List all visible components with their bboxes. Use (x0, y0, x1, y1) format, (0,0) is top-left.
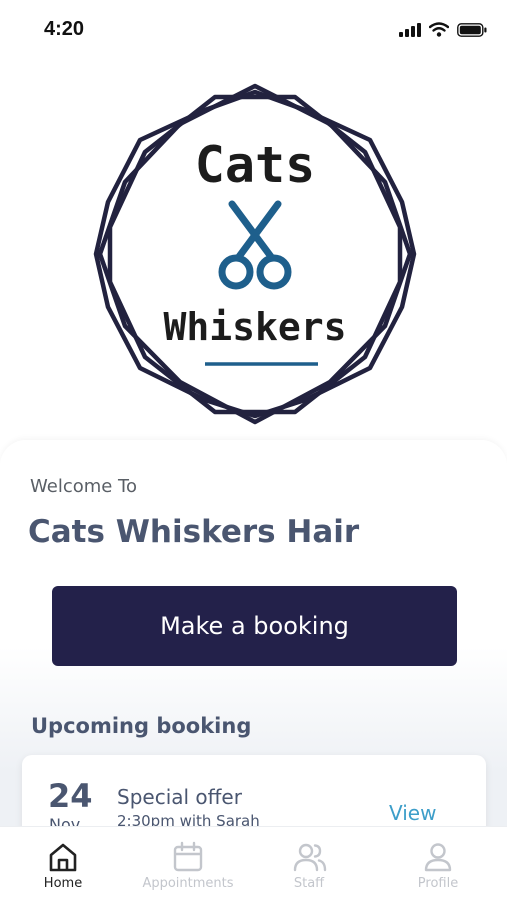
scissors-icon (218, 200, 292, 290)
welcome-text: Welcome To (30, 476, 138, 497)
make-booking-button[interactable]: Make a booking (52, 586, 457, 666)
tab-appointments[interactable]: Appointments (133, 827, 243, 901)
battery-icon (457, 22, 487, 37)
tab-bar: Home Appointments Staff Profile (0, 826, 507, 901)
tab-profile-label: Profile (417, 876, 459, 891)
logo-text-whiskers: Whiskers (163, 305, 346, 349)
tab-home-label: Home (43, 876, 83, 891)
salon-title: Cats Whiskers Hair (28, 514, 360, 550)
person-icon (424, 843, 452, 872)
tab-appointments-label: Appointments (142, 876, 234, 891)
status-time: 4:20 (44, 18, 85, 40)
booking-title: Special offer (117, 785, 242, 809)
tab-staff-label: Staff (293, 876, 325, 891)
calendar-icon (173, 841, 203, 872)
logo-text-cats: Cats (195, 136, 315, 194)
brand-logo: Cats Whiskers (80, 82, 430, 427)
status-bar: 4:20 (0, 0, 507, 62)
upcoming-heading: Upcoming booking (31, 714, 252, 738)
tab-profile[interactable]: Profile (383, 827, 493, 901)
make-booking-label: Make a booking (160, 612, 349, 640)
wifi-icon (429, 22, 449, 37)
tab-staff[interactable]: Staff (254, 827, 364, 901)
users-icon (293, 843, 327, 872)
signal-icon (399, 22, 421, 37)
status-icons (399, 22, 487, 37)
tab-home[interactable]: Home (8, 827, 118, 901)
home-icon (49, 843, 77, 872)
booking-day: 24 (48, 777, 93, 815)
view-booking-link[interactable]: View (389, 801, 436, 825)
logo-emblem: Cats Whiskers (93, 83, 417, 425)
